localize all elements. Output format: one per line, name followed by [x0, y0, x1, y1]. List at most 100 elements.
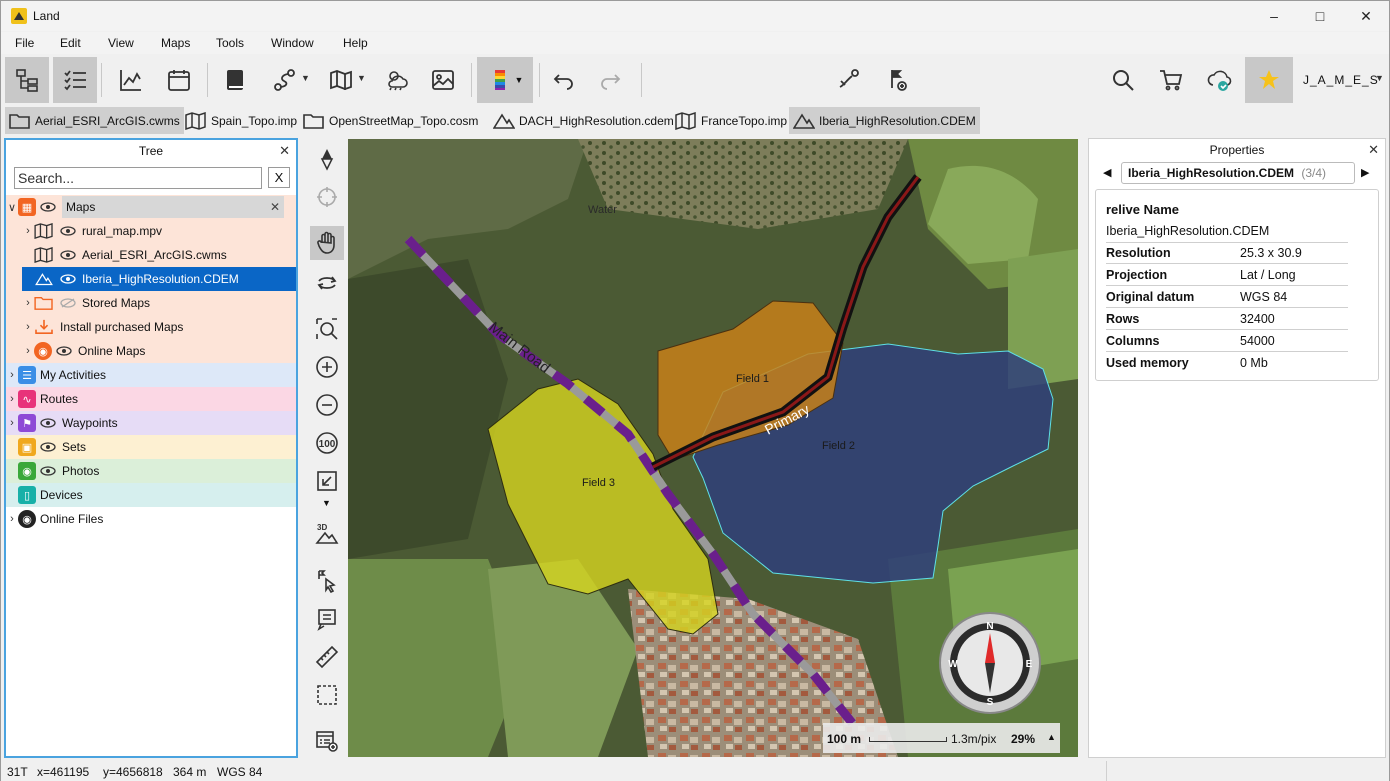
tree-item-iberia-selected[interactable]: Iberia_HighResolution.CDEM	[22, 267, 296, 291]
north-up-button[interactable]	[310, 142, 344, 176]
eye-icon[interactable]	[60, 274, 76, 284]
fit-extent-button[interactable]	[310, 464, 344, 498]
chevron-right-icon[interactable]: ›	[22, 225, 34, 237]
close-button[interactable]: ✕	[1343, 1, 1389, 31]
chevron-right-icon[interactable]: ›	[6, 417, 18, 429]
maximize-button[interactable]: □	[1297, 1, 1343, 31]
tree-close-icon[interactable]: ✕	[279, 143, 290, 159]
tab-openstreetmap-topo[interactable]: OpenStreetMap_Topo.cosm	[299, 107, 482, 134]
add-layer-button[interactable]	[310, 724, 344, 758]
chevron-right-icon[interactable]: ›	[22, 321, 34, 333]
tab-iberia-highresolution[interactable]: Iberia_HighResolution.CDEM	[789, 107, 980, 134]
tab-dach-highresolution[interactable]: DACH_HighResolution.cdem	[489, 107, 678, 134]
select-waypoint-button[interactable]	[310, 564, 344, 598]
tab-france-topo[interactable]: FranceTopo.imp	[671, 107, 791, 134]
menu-window[interactable]: Window	[271, 36, 314, 50]
tree-item-waypoints[interactable]: › ⚑ Waypoints	[6, 411, 296, 435]
prev-item-icon[interactable]: ◀	[1103, 166, 1111, 179]
notes-button[interactable]	[310, 602, 344, 636]
cloud-sync-button[interactable]	[1197, 57, 1241, 103]
tree-item-routes[interactable]: › ∿ Routes	[6, 387, 296, 411]
crosshair-icon	[317, 187, 337, 207]
eye-icon[interactable]	[40, 202, 56, 212]
map-canvas[interactable]: Water Main Road Primary Field 1 Field 2 …	[348, 139, 1078, 757]
chevron-right-icon[interactable]: ›	[6, 369, 18, 381]
chevron-right-icon[interactable]: ›	[22, 297, 34, 309]
cart-button[interactable]	[1149, 57, 1193, 103]
pan-tool-button[interactable]	[310, 226, 344, 260]
tree-search-input[interactable]: Search...	[14, 167, 262, 189]
rect-select-button[interactable]	[310, 678, 344, 712]
palette-dropdown-caret[interactable]: ▼	[515, 75, 524, 85]
tree-item-stored-maps[interactable]: › Stored Maps	[6, 291, 296, 315]
zoom-level[interactable]: 29%	[1011, 732, 1035, 746]
measure-button[interactable]	[310, 640, 344, 674]
menu-tools[interactable]: Tools	[216, 36, 244, 50]
tree-item-rural-map[interactable]: › rural_map.mpv	[6, 219, 296, 243]
menu-view[interactable]: View	[108, 36, 134, 50]
gps-center-button[interactable]	[310, 180, 344, 214]
chevron-right-icon[interactable]: ›	[6, 513, 18, 525]
tab-aerial-esri[interactable]: Aerial_ESRI_ArcGIS.cwms	[5, 107, 184, 134]
zoom-dropdown-caret[interactable]: ▼	[322, 498, 331, 508]
tree-item-devices[interactable]: ▯ Devices	[6, 483, 296, 507]
route-icon: ∿	[18, 390, 36, 408]
eye-icon[interactable]	[40, 442, 56, 452]
properties-close-icon[interactable]: ✕	[1368, 142, 1379, 158]
color-palette-button[interactable]: ▼	[477, 57, 533, 103]
menu-maps[interactable]: Maps	[161, 36, 190, 50]
redo-button[interactable]	[589, 57, 633, 103]
weather-button[interactable]	[375, 57, 419, 103]
remove-icon[interactable]: ✕	[270, 200, 280, 214]
next-item-icon[interactable]: ▶	[1361, 166, 1369, 179]
compass-rose[interactable]: N S E W	[939, 612, 1041, 714]
eye-icon[interactable]	[60, 250, 76, 260]
map-dropdown-caret[interactable]: ▼	[357, 73, 366, 83]
svg-text:100: 100	[319, 439, 336, 450]
menu-edit[interactable]: Edit	[60, 36, 81, 50]
tree-item-maps[interactable]: ∨ ▦ Maps ✕	[6, 195, 296, 219]
list-view-button[interactable]	[53, 57, 97, 103]
tree-item-photos[interactable]: ◉ Photos	[6, 459, 296, 483]
eye-icon[interactable]	[60, 226, 76, 236]
minimize-button[interactable]: –	[1251, 1, 1297, 31]
eye-icon[interactable]	[40, 418, 56, 428]
tree-item-online-maps[interactable]: › ◉ Online Maps	[6, 339, 296, 363]
eye-icon[interactable]	[40, 466, 56, 476]
profile-chart-button[interactable]	[109, 57, 153, 103]
zoom-out-button[interactable]	[310, 388, 344, 422]
chevron-right-icon[interactable]: ›	[22, 345, 34, 357]
chevron-down-icon[interactable]: ∨	[6, 201, 18, 214]
user-dropdown-caret[interactable]: ▼	[1375, 73, 1384, 83]
3d-view-button[interactable]: 3D	[310, 516, 344, 550]
menu-file[interactable]: File	[15, 36, 34, 50]
tree-item-sets[interactable]: ▣ Sets	[6, 435, 296, 459]
menu-help[interactable]: Help	[343, 36, 368, 50]
tab-spain-topo[interactable]: Spain_Topo.imp	[181, 107, 301, 134]
add-waypoint-button[interactable]	[875, 57, 919, 103]
route-dropdown-caret[interactable]: ▼	[301, 73, 310, 83]
eye-icon[interactable]	[56, 346, 72, 356]
search-button[interactable]	[1101, 57, 1145, 103]
tree-item-online-files[interactable]: › ◉ Online Files	[6, 507, 296, 531]
tree-item-my-activities[interactable]: › ☰ My Activities	[6, 363, 296, 387]
properties-item-selector[interactable]: Iberia_HighResolution.CDEM (3/4)	[1121, 162, 1355, 184]
zoom-area-button[interactable]	[310, 312, 344, 346]
tree-item-install-purchased[interactable]: › Install purchased Maps	[6, 315, 296, 339]
undo-button[interactable]	[541, 57, 585, 103]
favorites-button[interactable]	[1245, 57, 1293, 103]
rotate-button[interactable]	[310, 266, 344, 300]
tree-search-clear-button[interactable]: X	[268, 167, 290, 188]
tree-item-aerial-esri[interactable]: Aerial_ESRI_ArcGIS.cwms	[6, 243, 296, 267]
eye-hidden-icon[interactable]	[60, 298, 76, 308]
zoom-up-caret[interactable]: ▲	[1047, 732, 1056, 742]
image-button[interactable]	[421, 57, 465, 103]
user-menu[interactable]: J_A_M_E_S	[1303, 73, 1379, 87]
zoom-100-button[interactable]: 100	[310, 426, 344, 460]
calendar-button[interactable]	[157, 57, 201, 103]
chevron-right-icon[interactable]: ›	[6, 393, 18, 405]
zoom-in-button[interactable]	[310, 350, 344, 384]
tree-view-button[interactable]	[5, 57, 49, 103]
book-button[interactable]	[213, 57, 257, 103]
track-tool-button[interactable]	[827, 57, 871, 103]
